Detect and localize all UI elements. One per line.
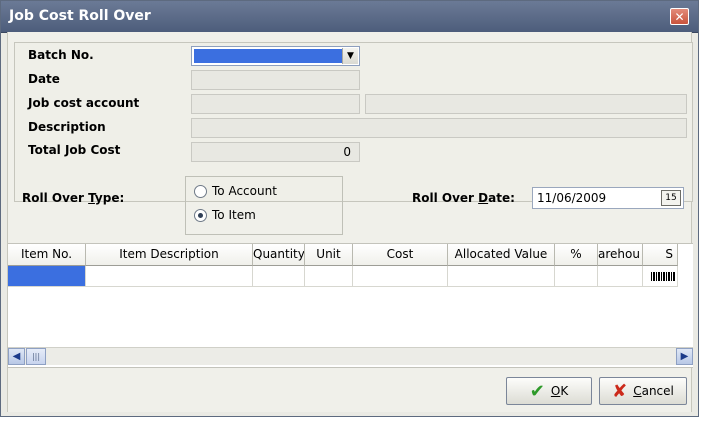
radio-to-item-label: To Item	[212, 208, 256, 222]
total-job-cost-label: Total Job Cost	[28, 143, 121, 157]
dialog-body: Batch No. ▼ Date Job cost account Descri…	[7, 32, 693, 412]
cell-s[interactable]	[643, 266, 678, 287]
scroll-right-icon[interactable]: ▶	[676, 348, 693, 365]
col-quantity[interactable]: Quantity	[253, 244, 305, 266]
calendar-icon[interactable]: 15	[661, 190, 681, 206]
ok-label: OK	[550, 384, 569, 398]
roll-over-date-value: 11/06/2009	[537, 191, 607, 205]
col-item-description[interactable]: Item Description	[86, 244, 253, 266]
col-unit[interactable]: Unit	[305, 244, 353, 266]
cancel-label: Cancel	[633, 384, 674, 398]
radio-to-account-label: To Account	[212, 184, 277, 198]
col-warehouse[interactable]: arehou	[598, 244, 643, 266]
close-button[interactable]: ✕	[670, 8, 689, 25]
header-groupbox: Batch No. ▼ Date Job cost account Descri…	[14, 42, 693, 202]
roll-over-date-label: Roll Over Date:	[412, 191, 515, 205]
job-cost-account-name-field[interactable]	[365, 94, 687, 114]
dialog-title: Job Cost Roll Over	[9, 8, 151, 24]
table-row[interactable]	[8, 266, 678, 287]
total-job-cost-field: 0	[191, 142, 360, 162]
col-item-no[interactable]: Item No.	[8, 244, 86, 266]
date-field[interactable]	[191, 70, 360, 90]
job-cost-roll-over-dialog: Job Cost Roll Over ✕ Batch No. ▼ Date Jo…	[0, 0, 699, 417]
scroll-left-icon[interactable]: ◀	[8, 348, 25, 365]
ok-button[interactable]: ✔ OK	[506, 377, 592, 405]
job-cost-account-code-field[interactable]	[191, 94, 360, 114]
col-allocated-value[interactable]: Allocated Value	[448, 244, 555, 266]
description-field[interactable]	[191, 118, 687, 138]
title-bar[interactable]: Job Cost Roll Over ✕	[1, 1, 698, 33]
scrollbar-thumb[interactable]: |||	[26, 348, 46, 365]
batch-no-combobox[interactable]: ▼	[191, 46, 360, 66]
cell-percent[interactable]	[555, 266, 598, 287]
radio-to-account-circle[interactable]	[194, 184, 207, 198]
col-cost[interactable]: Cost	[353, 244, 448, 266]
grid-horizontal-scrollbar[interactable]: ◀ ||| ▶	[8, 347, 693, 365]
cell-unit[interactable]	[305, 266, 353, 287]
col-percent[interactable]: %	[555, 244, 598, 266]
batch-no-label: Batch No.	[28, 48, 94, 62]
radio-to-account[interactable]: To Account	[194, 184, 277, 198]
radio-to-item-circle[interactable]	[194, 208, 207, 222]
job-cost-account-label: Job cost account	[28, 96, 140, 110]
col-s[interactable]: S	[643, 244, 678, 266]
check-icon: ✔	[529, 380, 545, 402]
cell-item-description[interactable]	[86, 266, 253, 287]
roll-over-date-field[interactable]: 11/06/2009 15	[532, 187, 684, 209]
roll-over-type-label: Roll Over Type:	[22, 191, 125, 205]
cell-quantity[interactable]	[253, 266, 305, 287]
roll-over-type-radiogroup: To Account To Item	[185, 176, 343, 235]
batch-no-selection	[194, 49, 342, 63]
chevron-down-icon[interactable]: ▼	[342, 48, 358, 64]
cell-cost[interactable]	[353, 266, 448, 287]
cancel-button[interactable]: ✘ Cancel	[599, 377, 687, 405]
grid-header: Item No. Item Description Quantity Unit …	[8, 244, 678, 266]
cell-warehouse[interactable]	[598, 266, 643, 287]
description-label: Description	[28, 120, 106, 134]
x-icon: ✘	[612, 380, 628, 402]
date-label: Date	[28, 72, 60, 86]
radio-to-item[interactable]: To Item	[194, 208, 256, 222]
cell-item-no[interactable]	[8, 266, 86, 287]
cell-allocated-value[interactable]	[448, 266, 555, 287]
barcode-icon	[651, 272, 675, 281]
